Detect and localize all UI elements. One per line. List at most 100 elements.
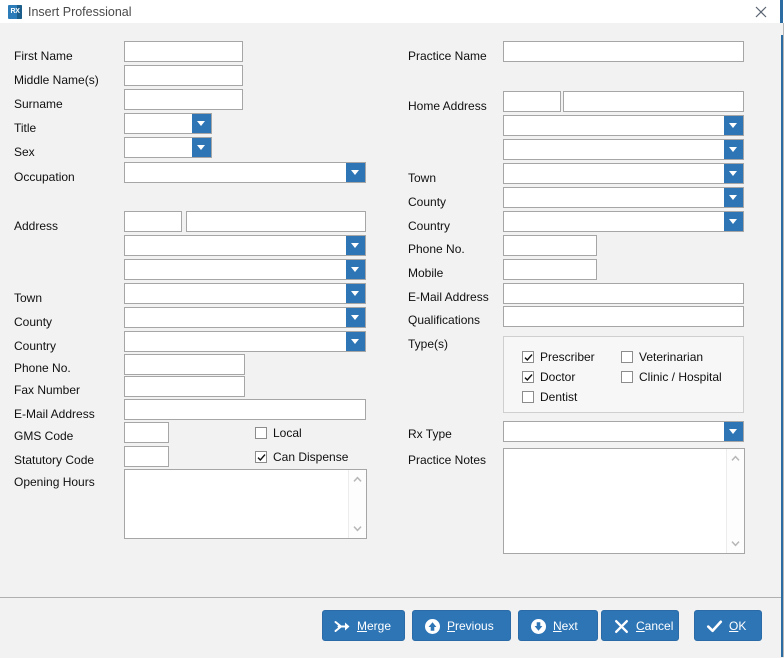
home-address-line3-combobox[interactable] bbox=[503, 139, 744, 160]
home-phone-no-input[interactable] bbox=[503, 235, 597, 256]
dialog-footer: Merge Previous Next Cancel OK bbox=[0, 597, 781, 658]
email-address-input[interactable] bbox=[124, 399, 366, 420]
phone-no-input[interactable] bbox=[124, 354, 245, 375]
practice-notes-scrollbar[interactable] bbox=[726, 449, 744, 553]
chevron-down-icon[interactable] bbox=[724, 422, 743, 441]
previous-button[interactable]: Previous bbox=[412, 610, 511, 641]
practice-name-input[interactable] bbox=[503, 41, 744, 62]
type-doctor-checkbox-box bbox=[522, 371, 534, 383]
chevron-down-icon[interactable] bbox=[346, 308, 365, 327]
email-address-label: E-Mail Address bbox=[14, 407, 95, 421]
chevron-up-icon bbox=[353, 476, 362, 482]
phone-no-label: Phone No. bbox=[14, 361, 71, 375]
circle-up-arrow-icon bbox=[425, 619, 440, 634]
chevron-down-icon[interactable] bbox=[724, 212, 743, 231]
type-clinic-hospital-label: Clinic / Hospital bbox=[639, 370, 722, 384]
surname-label: Surname bbox=[14, 97, 63, 111]
home-address-label: Home Address bbox=[408, 99, 487, 113]
home-address-street-input[interactable] bbox=[563, 91, 744, 112]
next-button-label: Next bbox=[553, 619, 578, 633]
scroll-down-button[interactable] bbox=[727, 535, 744, 552]
chevron-down-icon[interactable] bbox=[192, 138, 211, 157]
form-body: First Name Middle Name(s) Surname Title … bbox=[0, 23, 781, 597]
home-address-number-input[interactable] bbox=[503, 91, 561, 112]
statutory-code-input[interactable] bbox=[124, 446, 169, 467]
home-town-combobox[interactable] bbox=[503, 163, 744, 184]
next-button[interactable]: Next bbox=[518, 610, 598, 641]
close-icon bbox=[755, 6, 767, 18]
practice-notes-textarea[interactable] bbox=[504, 449, 727, 553]
opening-hours-textarea-wrap bbox=[124, 469, 367, 539]
chevron-up-icon bbox=[731, 455, 740, 461]
country-combobox[interactable] bbox=[124, 331, 366, 352]
sex-combobox[interactable] bbox=[124, 137, 212, 158]
scroll-down-button[interactable] bbox=[349, 520, 366, 537]
type-veterinarian-checkbox-box bbox=[621, 351, 633, 363]
qualifications-label: Qualifications bbox=[408, 313, 481, 327]
ok-button[interactable]: OK bbox=[694, 610, 762, 641]
occupation-label: Occupation bbox=[14, 170, 75, 184]
chevron-down-icon[interactable] bbox=[346, 260, 365, 279]
address-line2-combobox[interactable] bbox=[124, 235, 366, 256]
address-number-input[interactable] bbox=[124, 211, 182, 232]
home-country-label: Country bbox=[408, 219, 451, 233]
chevron-down-icon[interactable] bbox=[346, 284, 365, 303]
merge-button-label: Merge bbox=[357, 619, 392, 633]
home-email-address-input[interactable] bbox=[503, 283, 744, 304]
local-checkbox-box bbox=[255, 427, 267, 439]
insert-professional-dialog: RX Insert Professional First Name Middle… bbox=[0, 0, 784, 658]
chevron-down-icon[interactable] bbox=[724, 188, 743, 207]
scroll-up-button[interactable] bbox=[349, 471, 366, 488]
county-combobox[interactable] bbox=[124, 307, 366, 328]
merge-button[interactable]: Merge bbox=[322, 610, 405, 641]
opening-hours-textarea[interactable] bbox=[125, 470, 349, 538]
qualifications-input[interactable] bbox=[503, 306, 744, 327]
practice-name-label: Practice Name bbox=[408, 49, 487, 63]
home-address-line2-combobox[interactable] bbox=[503, 115, 744, 136]
home-county-combobox[interactable] bbox=[503, 187, 744, 208]
opening-hours-scrollbar[interactable] bbox=[348, 470, 366, 538]
chevron-down-icon[interactable] bbox=[724, 164, 743, 183]
rx-type-combobox[interactable] bbox=[503, 421, 744, 442]
county-label: County bbox=[14, 315, 53, 329]
gms-code-input[interactable] bbox=[124, 422, 169, 443]
type-veterinarian-label: Veterinarian bbox=[639, 350, 704, 364]
chevron-down-icon[interactable] bbox=[346, 332, 365, 351]
home-email-address-label: E-Mail Address bbox=[408, 290, 489, 304]
scroll-up-button[interactable] bbox=[727, 450, 744, 467]
previous-button-label: Previous bbox=[447, 619, 494, 633]
chevron-down-icon[interactable] bbox=[346, 163, 365, 182]
merge-arrow-icon bbox=[334, 621, 350, 632]
chevron-down-icon[interactable] bbox=[724, 116, 743, 135]
occupation-combobox[interactable] bbox=[124, 162, 366, 183]
title-combobox[interactable] bbox=[124, 113, 212, 134]
address-label: Address bbox=[14, 219, 59, 233]
first-name-input[interactable] bbox=[124, 41, 243, 62]
address-line3-combobox[interactable] bbox=[124, 259, 366, 280]
home-town-label: Town bbox=[408, 171, 437, 185]
close-button[interactable] bbox=[746, 0, 776, 23]
surname-input[interactable] bbox=[124, 89, 243, 110]
chevron-down-icon[interactable] bbox=[346, 236, 365, 255]
chevron-down-icon[interactable] bbox=[724, 140, 743, 159]
address-street-input[interactable] bbox=[186, 211, 366, 232]
gms-code-label: GMS Code bbox=[14, 429, 74, 443]
chevron-down-icon bbox=[353, 526, 362, 532]
title-bar: RX Insert Professional bbox=[0, 0, 784, 23]
chevron-down-icon bbox=[731, 541, 740, 547]
country-label: Country bbox=[14, 339, 57, 353]
window-title: Insert Professional bbox=[28, 5, 132, 19]
fax-number-input[interactable] bbox=[124, 376, 245, 397]
chevron-down-icon[interactable] bbox=[192, 114, 211, 133]
first-name-label: First Name bbox=[14, 49, 73, 63]
middle-names-label: Middle Name(s) bbox=[14, 73, 99, 87]
ok-button-label: OK bbox=[729, 619, 747, 633]
town-combobox[interactable] bbox=[124, 283, 366, 304]
rx-app-icon: RX bbox=[8, 5, 22, 19]
cancel-button[interactable]: Cancel bbox=[601, 610, 679, 641]
home-country-combobox[interactable] bbox=[503, 211, 744, 232]
mobile-input[interactable] bbox=[503, 259, 597, 280]
can-dispense-checkbox-box bbox=[255, 451, 267, 463]
checkmark-icon bbox=[524, 354, 533, 362]
middle-names-input[interactable] bbox=[124, 65, 243, 86]
